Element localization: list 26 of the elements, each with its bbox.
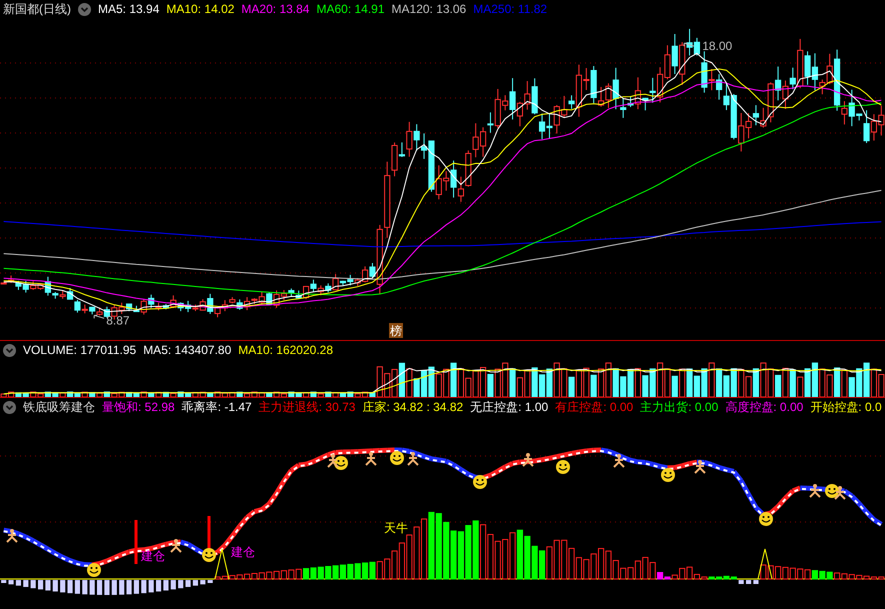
indicator-value: MA20: 13.84 [241,1,310,18]
indicator-value: MA250: 11.82 [473,1,548,18]
indicator-value: 主力进退线: 30.73 [258,399,356,416]
list-badge[interactable]: 榜 [389,323,403,338]
indicator-title: 铁底吸筹建仓 [23,399,95,416]
indicator-value: 有庄控盘: 0.00 [555,399,634,416]
indicator-value: MA10: 162020.28 [238,342,334,359]
indicator-value: 高度控盘: 0.00 [725,399,804,416]
indicator-value: 庄家: 34.82 : 34.82 [362,399,464,416]
indicator-value: 开始控盘: 0.0 [810,399,882,416]
chart-title: 新国都(日线) [3,1,71,18]
indicator-value: MA120: 13.06 [392,1,466,18]
indicator-value: VOLUME: 177011.95 [23,342,136,359]
high-price-label: 18.00 [702,39,732,54]
indicator-value: MA5: 13.94 [98,1,160,18]
indicator-value: 无庄控盘: 1.00 [470,399,548,416]
indicator-value: 乖离率: -1.47 [182,399,252,416]
signal-label: 建仓 [231,545,255,559]
indicator-value: 量饱和: 52.98 [102,399,175,416]
indicator-value: MA10: 14.02 [166,1,234,18]
indicator-value: MA60: 14.91 [316,1,385,18]
indicator-value: 主力出货: 0.00 [640,399,718,416]
indicator-value: MA5: 143407.80 [143,342,232,359]
signal-label: 天牛 [384,521,408,535]
signal-label: 建仓 [141,549,165,563]
low-price-label: 8.87 [106,313,130,328]
